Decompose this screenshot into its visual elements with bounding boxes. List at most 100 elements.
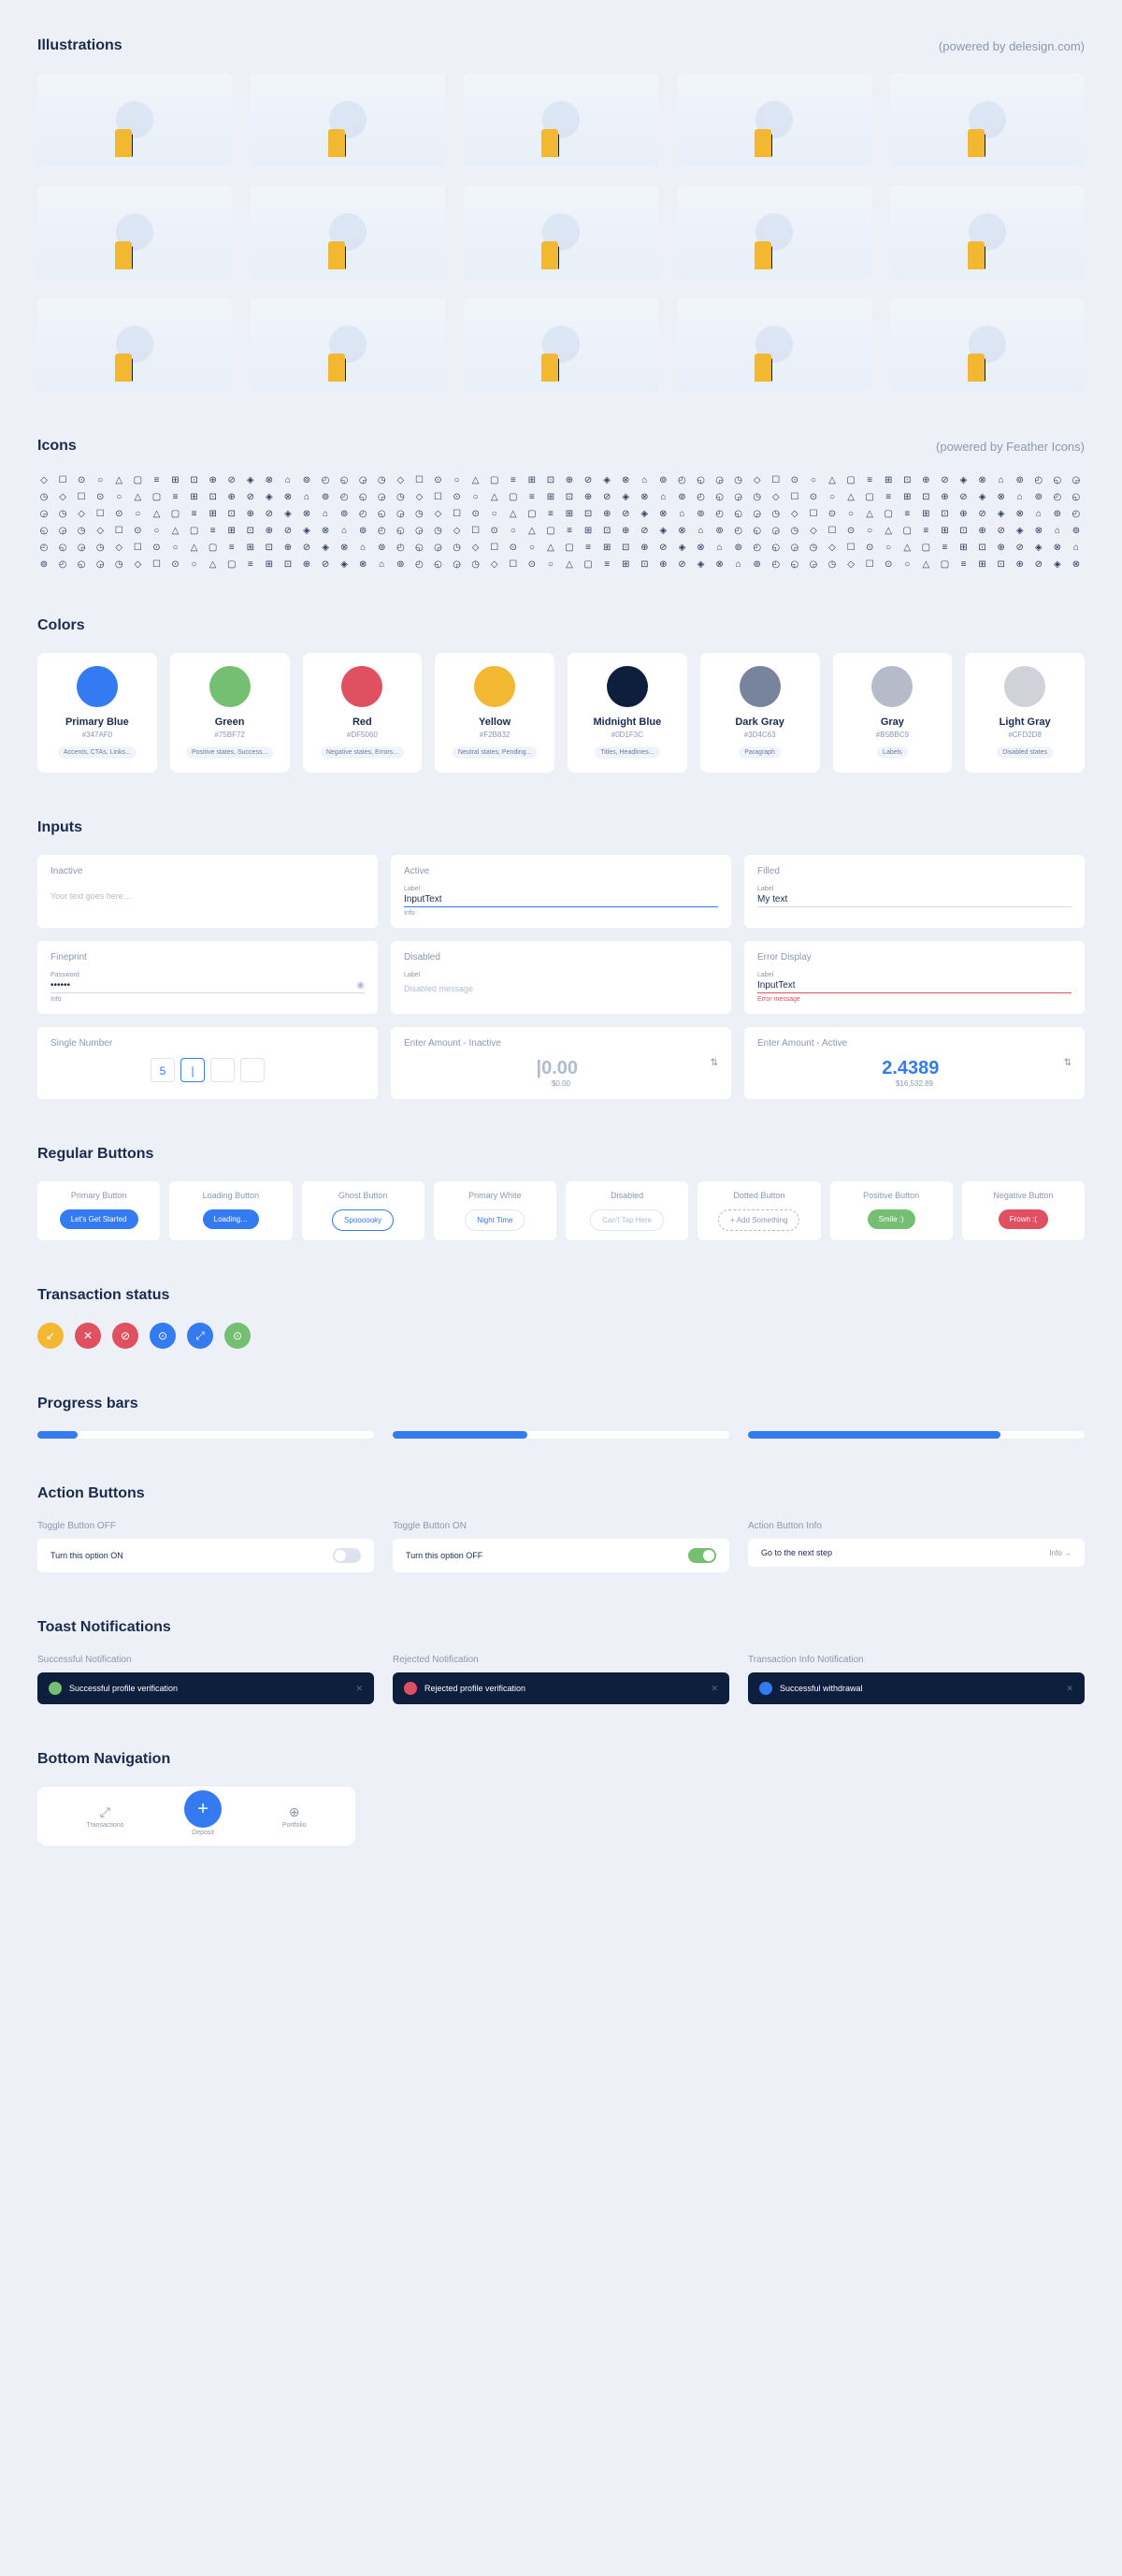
feather-icon: ⊡ <box>281 557 295 571</box>
feather-icon: △ <box>188 541 201 554</box>
button[interactable]: Night Time <box>465 1209 525 1231</box>
input-active[interactable]: Active Label InputText Info <box>391 855 731 928</box>
color-card: Red #DF5060 Negative states, Errors... <box>303 653 423 773</box>
button[interactable]: Let's Get Started <box>60 1209 138 1229</box>
feather-icon: ◶ <box>356 473 369 486</box>
feather-icon: ≡ <box>600 557 613 571</box>
close-icon[interactable]: ✕ <box>1066 1684 1073 1694</box>
button[interactable]: + Add Something <box>718 1209 799 1231</box>
color-hex: #3D4C63 <box>710 731 811 739</box>
feather-icon: △ <box>168 524 181 537</box>
button-card: Ghost Button Spoooooky <box>302 1181 424 1240</box>
input-single-number[interactable]: Single Number 5 | <box>37 1027 378 1099</box>
feather-icon: ▢ <box>525 507 539 520</box>
illustration <box>37 297 232 391</box>
feather-icon: ⊞ <box>600 541 613 554</box>
color-swatch <box>77 666 118 707</box>
feather-icon: ▢ <box>863 490 876 503</box>
illustrations-grid <box>37 73 1085 391</box>
input-amount-inactive[interactable]: Enter Amount - Inactive |0.00 ⇅ $0.00 <box>391 1027 731 1099</box>
illustration <box>37 185 232 279</box>
feather-icon: ◇ <box>112 541 125 554</box>
color-desc: Negative states, Errors... <box>321 746 404 759</box>
feather-icon: ⊘ <box>263 507 276 520</box>
feather-icon: ⊗ <box>619 473 632 486</box>
nav-transactions[interactable]: ⤢ Transactions <box>86 1804 123 1829</box>
eye-icon[interactable]: ◉ <box>356 980 365 991</box>
swap-icon[interactable]: ⇅ <box>1064 1058 1072 1068</box>
feather-icon: ⊕ <box>1014 557 1027 571</box>
feather-icon: △ <box>882 524 895 537</box>
illustration <box>251 185 445 279</box>
feather-icon: ◈ <box>1032 541 1045 554</box>
color-desc: Titles, Headlines... <box>595 746 659 759</box>
input-disabled: Disabled Label Disabled message <box>391 941 731 1014</box>
feather-icon: ◴ <box>1051 490 1064 503</box>
button[interactable]: Spoooooky <box>332 1209 394 1231</box>
button-card: Primary Button Let's Get Started <box>37 1181 160 1240</box>
feather-icon: ⊡ <box>582 507 595 520</box>
feather-icon: ◷ <box>75 524 88 537</box>
feather-icon: ⊚ <box>37 557 50 571</box>
toggle-on[interactable]: Turn this option OFF <box>393 1539 729 1572</box>
nav-portfolio[interactable]: ⊕ Portfolio <box>282 1804 307 1829</box>
nav-deposit-button[interactable]: + <box>184 1790 222 1828</box>
feather-icon: ⌂ <box>300 490 313 503</box>
feather-icon: ◴ <box>319 473 332 486</box>
feather-icon: ◶ <box>75 541 88 554</box>
feather-icon: ◵ <box>1070 490 1083 503</box>
input-error[interactable]: Error Display Label InputText Error mess… <box>744 941 1085 1014</box>
feather-icon: ⌂ <box>356 541 369 554</box>
feather-icon: ◷ <box>375 473 388 486</box>
tx-failed-icon: ✕ <box>75 1323 101 1349</box>
toggle-switch[interactable] <box>333 1548 361 1563</box>
button[interactable]: Loading… <box>203 1209 259 1229</box>
close-icon[interactable]: ✕ <box>711 1684 718 1694</box>
toggle-off[interactable]: Turn this option ON <box>37 1539 374 1572</box>
color-swatch <box>740 666 781 707</box>
input-inactive[interactable]: Inactive Your text goes here… <box>37 855 378 928</box>
feather-icon: ⊗ <box>995 490 1008 503</box>
feather-icon: ▢ <box>131 473 144 486</box>
action-info[interactable]: Go to the next step Info → <box>748 1539 1085 1567</box>
feather-icon: ⊘ <box>1014 541 1027 554</box>
feather-icon: ◵ <box>394 524 407 537</box>
close-icon[interactable]: ✕ <box>355 1684 363 1694</box>
illustration <box>37 73 232 166</box>
feather-icon: ⊡ <box>900 473 913 486</box>
illustration <box>890 185 1085 279</box>
feather-icon: ◈ <box>957 473 970 486</box>
feather-icon: ⌂ <box>694 524 707 537</box>
feather-icon: ☐ <box>863 557 876 571</box>
feather-icon: ☐ <box>451 507 464 520</box>
input-amount-active[interactable]: Enter Amount - Active 2.4389 ⇅ $16,532.8… <box>744 1027 1085 1099</box>
feather-icon: ☐ <box>844 541 857 554</box>
color-desc: Positive states, Success... <box>186 746 273 759</box>
button[interactable]: Frown :( <box>999 1209 1048 1229</box>
feather-icon: ≡ <box>582 541 595 554</box>
feather-icon: ⊞ <box>244 541 257 554</box>
button[interactable]: Smile :) <box>868 1209 915 1229</box>
feather-icon: ▢ <box>150 490 163 503</box>
feather-icon: ⊗ <box>1070 557 1083 571</box>
feather-icon: ⊘ <box>319 557 332 571</box>
feather-icon: ▢ <box>488 473 501 486</box>
feather-icon: ⊕ <box>919 473 932 486</box>
feather-icon: ◈ <box>638 507 651 520</box>
feather-icon: ≡ <box>150 473 163 486</box>
toggle-switch[interactable] <box>688 1548 716 1563</box>
input-filled[interactable]: Filled Label My text <box>744 855 1085 928</box>
feather-icon: ≡ <box>938 541 951 554</box>
feather-icon: ⊙ <box>788 473 801 486</box>
input-fineprint[interactable]: Fineprint Password ••••••◉ Info <box>37 941 378 1014</box>
button[interactable]: Can't Tap Here <box>590 1209 664 1231</box>
swap-icon[interactable]: ⇅ <box>711 1058 718 1068</box>
feather-icon: ⊕ <box>244 507 257 520</box>
feather-icon: ≡ <box>957 557 970 571</box>
tx-exchange-icon: ⤢ <box>187 1323 213 1349</box>
feather-icon: ☐ <box>507 557 520 571</box>
feather-icon: ⊞ <box>563 507 576 520</box>
feather-icon: ▢ <box>563 541 576 554</box>
feather-icon: ◷ <box>412 507 425 520</box>
feather-icon: ☐ <box>469 524 482 537</box>
